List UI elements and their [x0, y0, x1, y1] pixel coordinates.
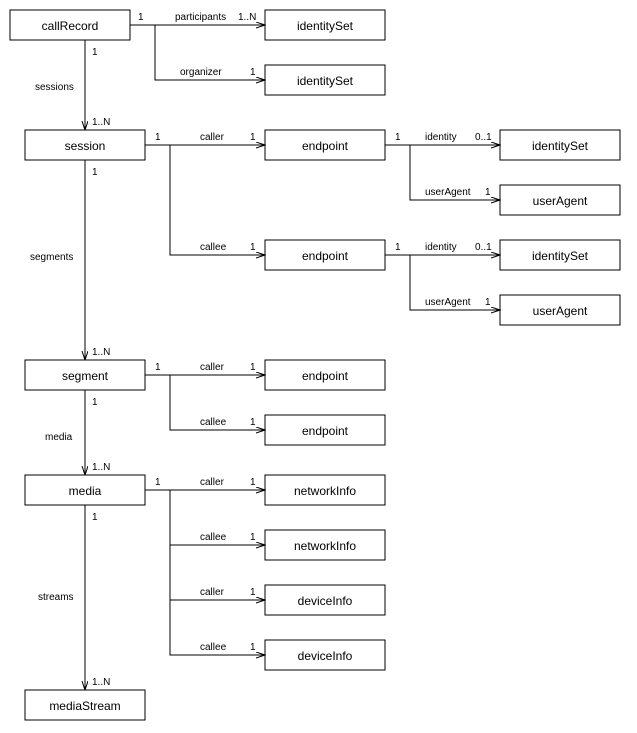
rel-participants-label: participants [175, 12, 226, 23]
entity-networkinfo-callee-label: networkInfo [294, 539, 356, 553]
mult-segment-caller-right: 1 [250, 362, 256, 373]
mult-ep-callee-identity-right: 0..1 [475, 242, 492, 253]
mult-streams-top: 1 [92, 512, 98, 523]
mult-participants-right: 1..N [238, 12, 256, 23]
mult-media-netinfo-callee-right: 1 [250, 532, 256, 543]
mult-participants-left: 1 [138, 12, 144, 23]
mult-segments-top: 1 [92, 167, 98, 178]
mult-ep-caller-useragent-right: 1 [485, 187, 491, 198]
rel-segment-caller-label: caller [200, 362, 225, 373]
mult-media-top: 1 [92, 397, 98, 408]
rel-media-netinfo-callee-label: callee [200, 532, 227, 543]
rel-streams-label: streams [38, 592, 74, 603]
mult-segments-bottom: 1..N [92, 347, 110, 358]
mult-organizer-right: 1 [250, 67, 256, 78]
entity-media-label: media [69, 484, 102, 498]
entity-endpoint-session-callee-label: endpoint [302, 249, 349, 263]
entity-endpoint-segment-caller-label: endpoint [302, 369, 349, 383]
entity-identityset-participants-label: identitySet [297, 19, 354, 33]
entity-identityset-organizer-label: identitySet [297, 74, 354, 88]
entity-mediastream-label: mediaStream [49, 699, 120, 713]
rel-segment-callee-label: callee [200, 417, 227, 428]
rel-ep-callee-identity-label: identity [425, 242, 457, 253]
mult-streams-bottom: 1..N [92, 677, 110, 688]
rel-session-caller-label: caller [200, 132, 225, 143]
mult-session-caller-left: 1 [155, 132, 161, 143]
rel-segments-label: segments [30, 252, 73, 263]
rel-media-label: media [45, 432, 73, 443]
entity-callrecord-label: callRecord [42, 19, 99, 33]
entity-networkinfo-caller-label: networkInfo [294, 484, 356, 498]
entity-endpoint-session-caller-label: endpoint [302, 139, 349, 153]
rel-organizer-label: organizer [180, 67, 222, 78]
rel-media-devinfo-callee-label: callee [200, 642, 227, 653]
mult-media-bottom: 1..N [92, 462, 110, 473]
entity-identityset-callee-label: identitySet [532, 249, 589, 263]
entity-endpoint-segment-callee-label: endpoint [302, 424, 349, 438]
mult-ep-caller-identity-right: 0..1 [475, 132, 492, 143]
entity-useragent-callee-label: userAgent [533, 304, 588, 318]
rel-media-devinfo-caller-label: caller [200, 587, 225, 598]
entity-deviceinfo-callee-label: deviceInfo [298, 649, 353, 663]
er-diagram: callRecord identitySet identitySet 1 par… [0, 0, 637, 733]
rel-session-callee [170, 145, 265, 255]
mult-media-devinfo-caller-right: 1 [250, 587, 256, 598]
mult-session-callee-right: 1 [250, 242, 256, 253]
entity-segment-label: segment [62, 369, 109, 383]
rel-session-callee-label: callee [200, 242, 227, 253]
entity-useragent-caller-label: userAgent [533, 194, 588, 208]
entity-deviceinfo-caller-label: deviceInfo [298, 594, 353, 608]
mult-session-caller-right: 1 [250, 132, 256, 143]
mult-media-netinfo-caller-right: 1 [250, 477, 256, 488]
entity-identityset-caller-label: identitySet [532, 139, 589, 153]
rel-media-netinfo-caller-label: caller [200, 477, 225, 488]
rel-ep-caller-useragent-label: userAgent [425, 187, 471, 198]
mult-media-devinfo-callee-right: 1 [250, 642, 256, 653]
mult-ep-callee-identity-left: 1 [395, 242, 401, 253]
rel-ep-callee-useragent-label: userAgent [425, 297, 471, 308]
mult-media-netinfo-caller-left: 1 [155, 477, 161, 488]
mult-segment-caller-left: 1 [155, 362, 161, 373]
mult-sessions-bottom: 1..N [92, 117, 110, 128]
rel-sessions-label: sessions [35, 82, 74, 93]
rel-ep-caller-identity-label: identity [425, 132, 457, 143]
mult-ep-callee-useragent-right: 1 [485, 297, 491, 308]
mult-sessions-top: 1 [92, 47, 98, 58]
mult-segment-callee-right: 1 [250, 417, 256, 428]
entity-session-label: session [65, 139, 106, 153]
mult-ep-caller-identity-left: 1 [395, 132, 401, 143]
